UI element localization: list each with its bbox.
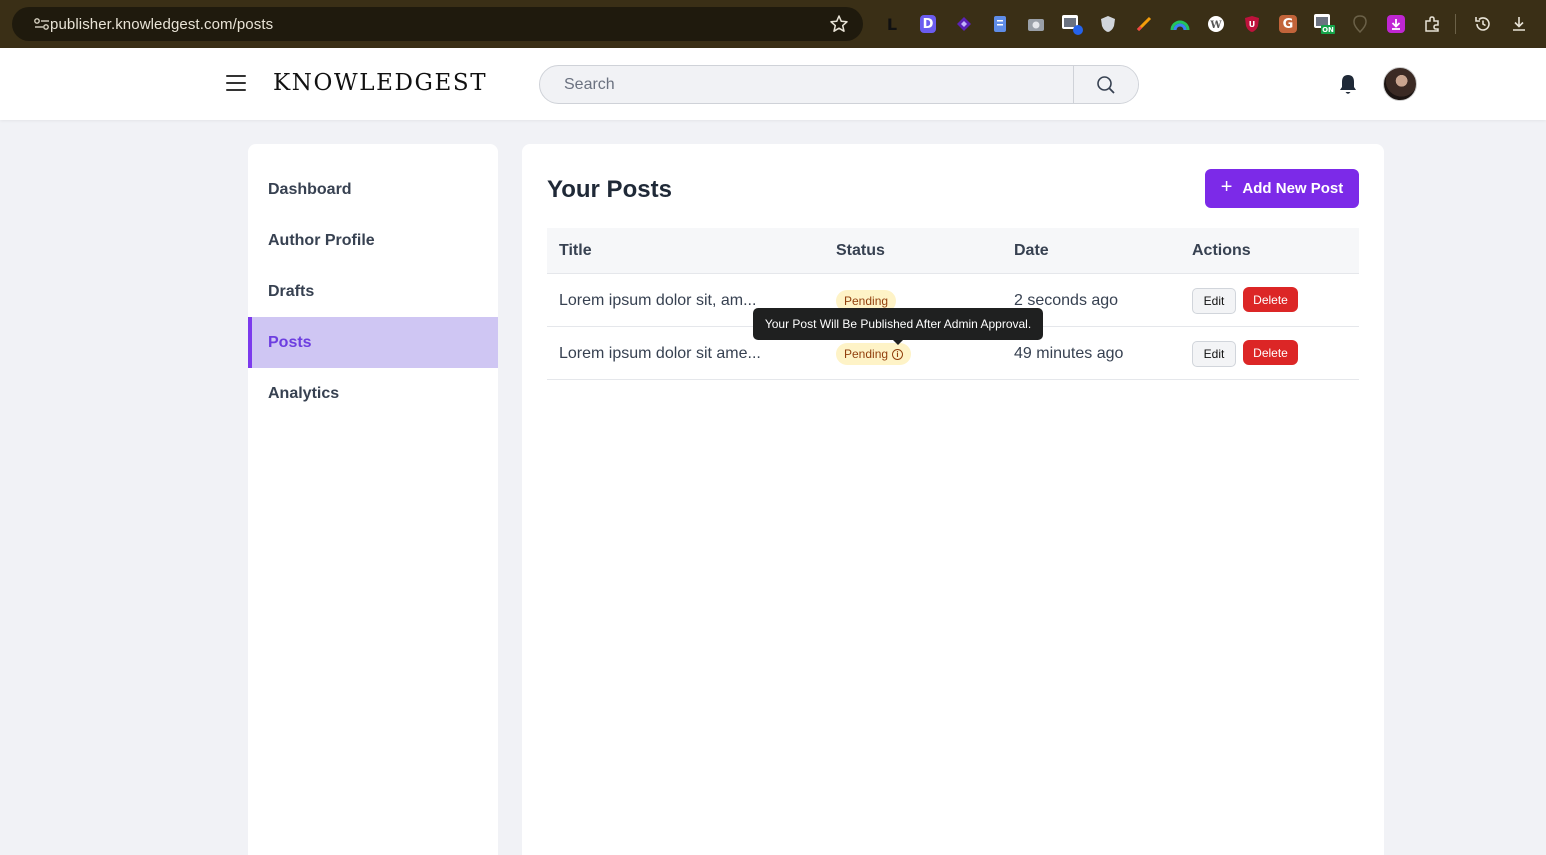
browser-toolbar: publisher.knowledgest.com/posts L D W U …: [0, 0, 1546, 48]
posts-panel: Your Posts + Add New Post Title Status D…: [522, 144, 1384, 855]
extension-shield-icon[interactable]: [1096, 12, 1120, 36]
extension-pen-icon[interactable]: [1132, 12, 1156, 36]
extension-diamond-icon[interactable]: [952, 12, 976, 36]
extension-ublock-icon[interactable]: U: [1240, 12, 1264, 36]
sidebar-item-drafts[interactable]: Drafts: [248, 266, 498, 317]
status-label: Pending: [844, 347, 889, 361]
sidebar-item-analytics[interactable]: Analytics: [248, 368, 498, 419]
add-new-post-label: Add New Post: [1242, 180, 1344, 197]
extension-d-icon[interactable]: D: [920, 15, 936, 33]
address-bar[interactable]: publisher.knowledgest.com/posts: [12, 7, 863, 41]
status-badge[interactable]: Pending i: [836, 343, 912, 365]
svg-text:W: W: [1209, 20, 1222, 31]
user-avatar[interactable]: [1383, 67, 1417, 101]
edit-button[interactable]: Edit: [1192, 288, 1236, 314]
url-text[interactable]: publisher.knowledgest.com/posts: [50, 16, 273, 33]
extensions-puzzle-icon[interactable]: [1420, 12, 1444, 36]
plus-icon: +: [1220, 176, 1233, 198]
approval-tooltip: Your Post Will Be Published After Admin …: [753, 308, 1043, 345]
page-title: Your Posts: [547, 176, 672, 203]
extension-pin-icon[interactable]: [1348, 12, 1372, 36]
column-header-date: Date: [1014, 242, 1049, 259]
extensions-row: L D W U G ON: [880, 12, 1456, 36]
search-button[interactable]: [1073, 66, 1138, 103]
extension-g-icon[interactable]: G: [1279, 15, 1297, 33]
extension-camera-icon[interactable]: [1024, 12, 1048, 36]
site-logo[interactable]: KNOWLEDGEST: [273, 70, 487, 96]
table-header: Title Status Date Actions: [547, 228, 1359, 274]
menu-icon[interactable]: [226, 75, 246, 91]
column-header-title: Title: [559, 242, 592, 259]
svg-text:U: U: [1249, 20, 1256, 29]
extension-on-icon[interactable]: ON: [1312, 12, 1336, 36]
column-header-status: Status: [836, 242, 885, 259]
extension-wp-icon[interactable]: W: [1204, 12, 1228, 36]
toolbar-separator: [1455, 14, 1456, 34]
status-label: Pending: [844, 294, 889, 308]
extension-window-icon[interactable]: [1060, 12, 1084, 36]
extension-doc-icon[interactable]: [988, 12, 1012, 36]
downloads-icon[interactable]: [1507, 12, 1531, 36]
search-bar: [539, 65, 1139, 104]
search-icon: [1097, 75, 1115, 94]
edit-button[interactable]: Edit: [1192, 341, 1236, 367]
sidebar: Dashboard Author Profile Drafts Posts An…: [248, 144, 498, 855]
post-title[interactable]: Lorem ipsum dolor sit, am...: [559, 292, 756, 310]
extension-rainbow-icon[interactable]: [1168, 12, 1192, 36]
notification-bell-icon[interactable]: [1337, 73, 1359, 97]
info-icon[interactable]: i: [892, 348, 904, 360]
extension-download-icon[interactable]: [1387, 15, 1405, 33]
post-date: 49 minutes ago: [1014, 345, 1124, 362]
delete-button[interactable]: Delete: [1243, 340, 1298, 365]
site-settings-icon[interactable]: [33, 17, 51, 31]
extension-l-icon[interactable]: L: [880, 12, 904, 36]
posts-table: Title Status Date Actions Lorem ipsum do…: [547, 228, 1359, 380]
bookmark-star-icon[interactable]: [829, 14, 849, 34]
delete-button[interactable]: Delete: [1243, 287, 1298, 312]
sidebar-item-dashboard[interactable]: Dashboard: [248, 164, 498, 215]
post-title[interactable]: Lorem ipsum dolor sit ame...: [559, 345, 761, 363]
add-new-post-button[interactable]: + Add New Post: [1205, 169, 1359, 208]
sidebar-item-author-profile[interactable]: Author Profile: [248, 215, 498, 266]
sidebar-item-posts[interactable]: Posts: [248, 317, 498, 368]
history-icon[interactable]: [1471, 12, 1495, 36]
app-header: KNOWLEDGEST: [0, 48, 1546, 120]
column-header-actions: Actions: [1192, 242, 1251, 259]
search-input[interactable]: [540, 66, 1074, 103]
svg-text:ON: ON: [1322, 26, 1334, 34]
